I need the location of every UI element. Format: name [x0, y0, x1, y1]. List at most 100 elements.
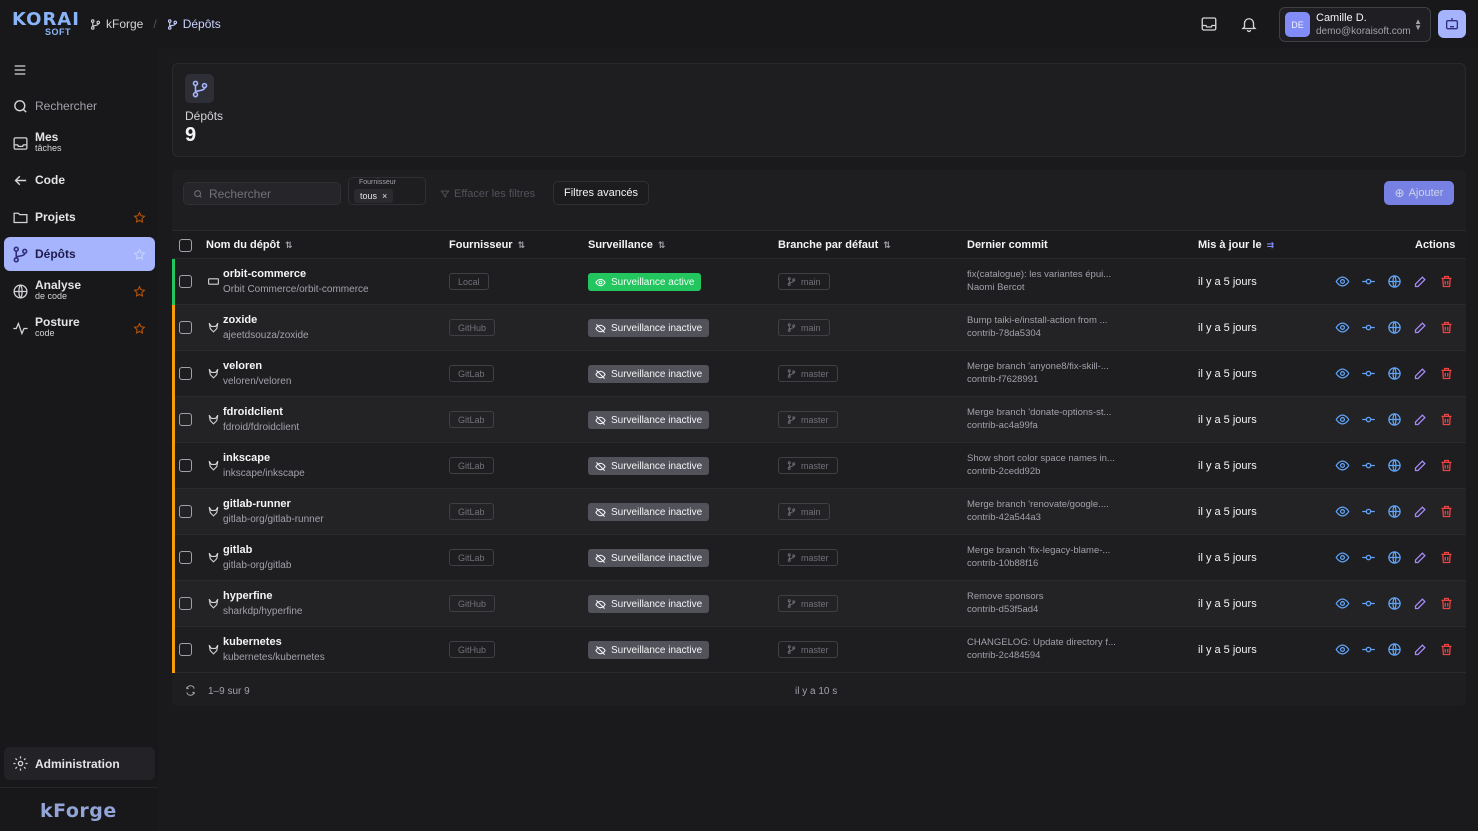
commit-icon[interactable] — [1361, 320, 1376, 335]
refresh-icon[interactable] — [185, 685, 196, 696]
repo-name[interactable]: hyperfine — [223, 590, 273, 602]
column-header-name[interactable]: Nom du dépôt ⇅ — [206, 239, 292, 251]
monitoring-badge[interactable]: Surveillance active — [588, 273, 702, 291]
commit-icon[interactable] — [1361, 596, 1376, 611]
view-icon[interactable] — [1335, 320, 1350, 335]
column-header-updated[interactable]: Mis à jour le ⇉ — [1198, 239, 1274, 251]
star-icon[interactable] — [133, 321, 146, 335]
sidebar-item-posture[interactable]: Posture code — [4, 311, 155, 345]
commit-icon[interactable] — [1361, 642, 1376, 657]
column-header-provider[interactable]: Fournisseur ⇅ — [449, 239, 525, 251]
add-button[interactable]: ⊕ Ajouter — [1384, 181, 1454, 205]
table-row[interactable]: kubernetes kubernetes/kubernetes GitHub … — [172, 627, 1466, 673]
advanced-filters-button[interactable]: Filtres avancés — [553, 181, 649, 205]
globe-icon[interactable] — [1387, 366, 1402, 381]
row-checkbox[interactable] — [179, 551, 192, 564]
provider-chip[interactable]: tous × — [354, 189, 394, 203]
commit-icon[interactable] — [1361, 366, 1376, 381]
globe-icon[interactable] — [1387, 320, 1402, 335]
view-icon[interactable] — [1335, 366, 1350, 381]
repo-name[interactable]: gitlab-runner — [223, 498, 291, 510]
user-menu[interactable]: DE Camille D. demo@koraisoft.com ▲ ▼ — [1279, 7, 1431, 42]
delete-icon[interactable] — [1439, 596, 1454, 611]
repo-name[interactable]: kubernetes — [223, 636, 282, 648]
repo-name[interactable]: fdroidclient — [223, 406, 283, 418]
search-input[interactable] — [209, 186, 329, 201]
repo-name[interactable]: zoxide — [223, 314, 257, 326]
inbox-icon[interactable] — [1200, 15, 1218, 33]
breadcrumb-kforge[interactable]: kForge — [90, 17, 143, 31]
row-checkbox[interactable] — [179, 459, 192, 472]
commit-icon[interactable] — [1361, 458, 1376, 473]
globe-icon[interactable] — [1387, 504, 1402, 519]
repo-name[interactable]: orbit-commerce — [223, 268, 306, 280]
monitoring-badge[interactable]: Surveillance inactive — [588, 549, 710, 567]
globe-icon[interactable] — [1387, 412, 1402, 427]
view-icon[interactable] — [1335, 412, 1350, 427]
select-all-checkbox[interactable] — [179, 239, 192, 252]
table-row[interactable]: gitlab-runner gitlab-org/gitlab-runner G… — [172, 489, 1466, 535]
row-checkbox[interactable] — [179, 643, 192, 656]
view-icon[interactable] — [1335, 642, 1350, 657]
edit-icon[interactable] — [1413, 366, 1428, 381]
edit-icon[interactable] — [1413, 504, 1428, 519]
edit-icon[interactable] — [1413, 458, 1428, 473]
sidebar-search[interactable]: Rechercher — [4, 89, 155, 123]
row-checkbox[interactable] — [179, 413, 192, 426]
table-row[interactable]: orbit-commerce Orbit Commerce/orbit-comm… — [172, 259, 1466, 305]
view-icon[interactable] — [1335, 504, 1350, 519]
delete-icon[interactable] — [1439, 320, 1454, 335]
globe-icon[interactable] — [1387, 596, 1402, 611]
korai-soft-logo[interactable]: KORAI SOFT — [12, 11, 79, 38]
row-checkbox[interactable] — [179, 275, 192, 288]
globe-icon[interactable] — [1387, 642, 1402, 657]
column-header-branch[interactable]: Branche par défaut ⇅ — [778, 239, 891, 251]
repo-name[interactable]: gitlab — [223, 544, 252, 556]
delete-icon[interactable] — [1439, 642, 1454, 657]
edit-icon[interactable] — [1413, 274, 1428, 289]
monitoring-badge[interactable]: Surveillance inactive — [588, 457, 710, 475]
monitoring-badge[interactable]: Surveillance inactive — [588, 365, 710, 383]
provider-filter[interactable]: Fournisseur tous × — [348, 177, 426, 205]
delete-icon[interactable] — [1439, 550, 1454, 565]
repo-name[interactable]: veloren — [223, 360, 262, 372]
delete-icon[interactable] — [1439, 274, 1454, 289]
table-row[interactable]: gitlab gitlab-org/gitlab GitLab Surveill… — [172, 535, 1466, 581]
delete-icon[interactable] — [1439, 504, 1454, 519]
edit-icon[interactable] — [1413, 412, 1428, 427]
table-row[interactable]: zoxide ajeetdsouza/zoxide GitHub Surveil… — [172, 305, 1466, 351]
table-row[interactable]: veloren veloren/veloren GitLab Surveilla… — [172, 351, 1466, 397]
delete-icon[interactable] — [1439, 366, 1454, 381]
breadcrumb-depots[interactable]: Dépôts — [167, 17, 221, 31]
sidebar-item-code[interactable]: Code — [4, 163, 155, 197]
view-icon[interactable] — [1335, 550, 1350, 565]
table-row[interactable]: hyperfine sharkdp/hyperfine GitHub Surve… — [172, 581, 1466, 627]
star-icon[interactable] — [133, 247, 146, 261]
sidebar-item-depots[interactable]: Dépôts — [4, 237, 155, 271]
monitoring-badge[interactable]: Surveillance inactive — [588, 411, 710, 429]
edit-icon[interactable] — [1413, 550, 1428, 565]
repo-name[interactable]: inkscape — [223, 452, 270, 464]
sidebar-item-administration[interactable]: Administration — [4, 747, 155, 780]
row-checkbox[interactable] — [179, 597, 192, 610]
commit-icon[interactable] — [1361, 274, 1376, 289]
view-icon[interactable] — [1335, 596, 1350, 611]
star-icon[interactable] — [133, 284, 146, 298]
delete-icon[interactable] — [1439, 458, 1454, 473]
delete-icon[interactable] — [1439, 412, 1454, 427]
row-checkbox[interactable] — [179, 367, 192, 380]
clear-filters-button[interactable]: Effacer les filtres — [440, 182, 535, 205]
monitoring-badge[interactable]: Surveillance inactive — [588, 595, 710, 613]
edit-icon[interactable] — [1413, 320, 1428, 335]
row-checkbox[interactable] — [179, 505, 192, 518]
view-icon[interactable] — [1335, 458, 1350, 473]
commit-icon[interactable] — [1361, 412, 1376, 427]
commit-icon[interactable] — [1361, 504, 1376, 519]
bell-icon[interactable] — [1240, 15, 1258, 33]
assistant-bot-button[interactable] — [1438, 10, 1466, 38]
sidebar-item-analyse[interactable]: Analyse de code — [4, 274, 155, 308]
menu-icon[interactable] — [12, 62, 28, 78]
monitoring-badge[interactable]: Surveillance inactive — [588, 319, 710, 337]
row-checkbox[interactable] — [179, 321, 192, 334]
table-row[interactable]: inkscape inkscape/inkscape GitLab Survei… — [172, 443, 1466, 489]
